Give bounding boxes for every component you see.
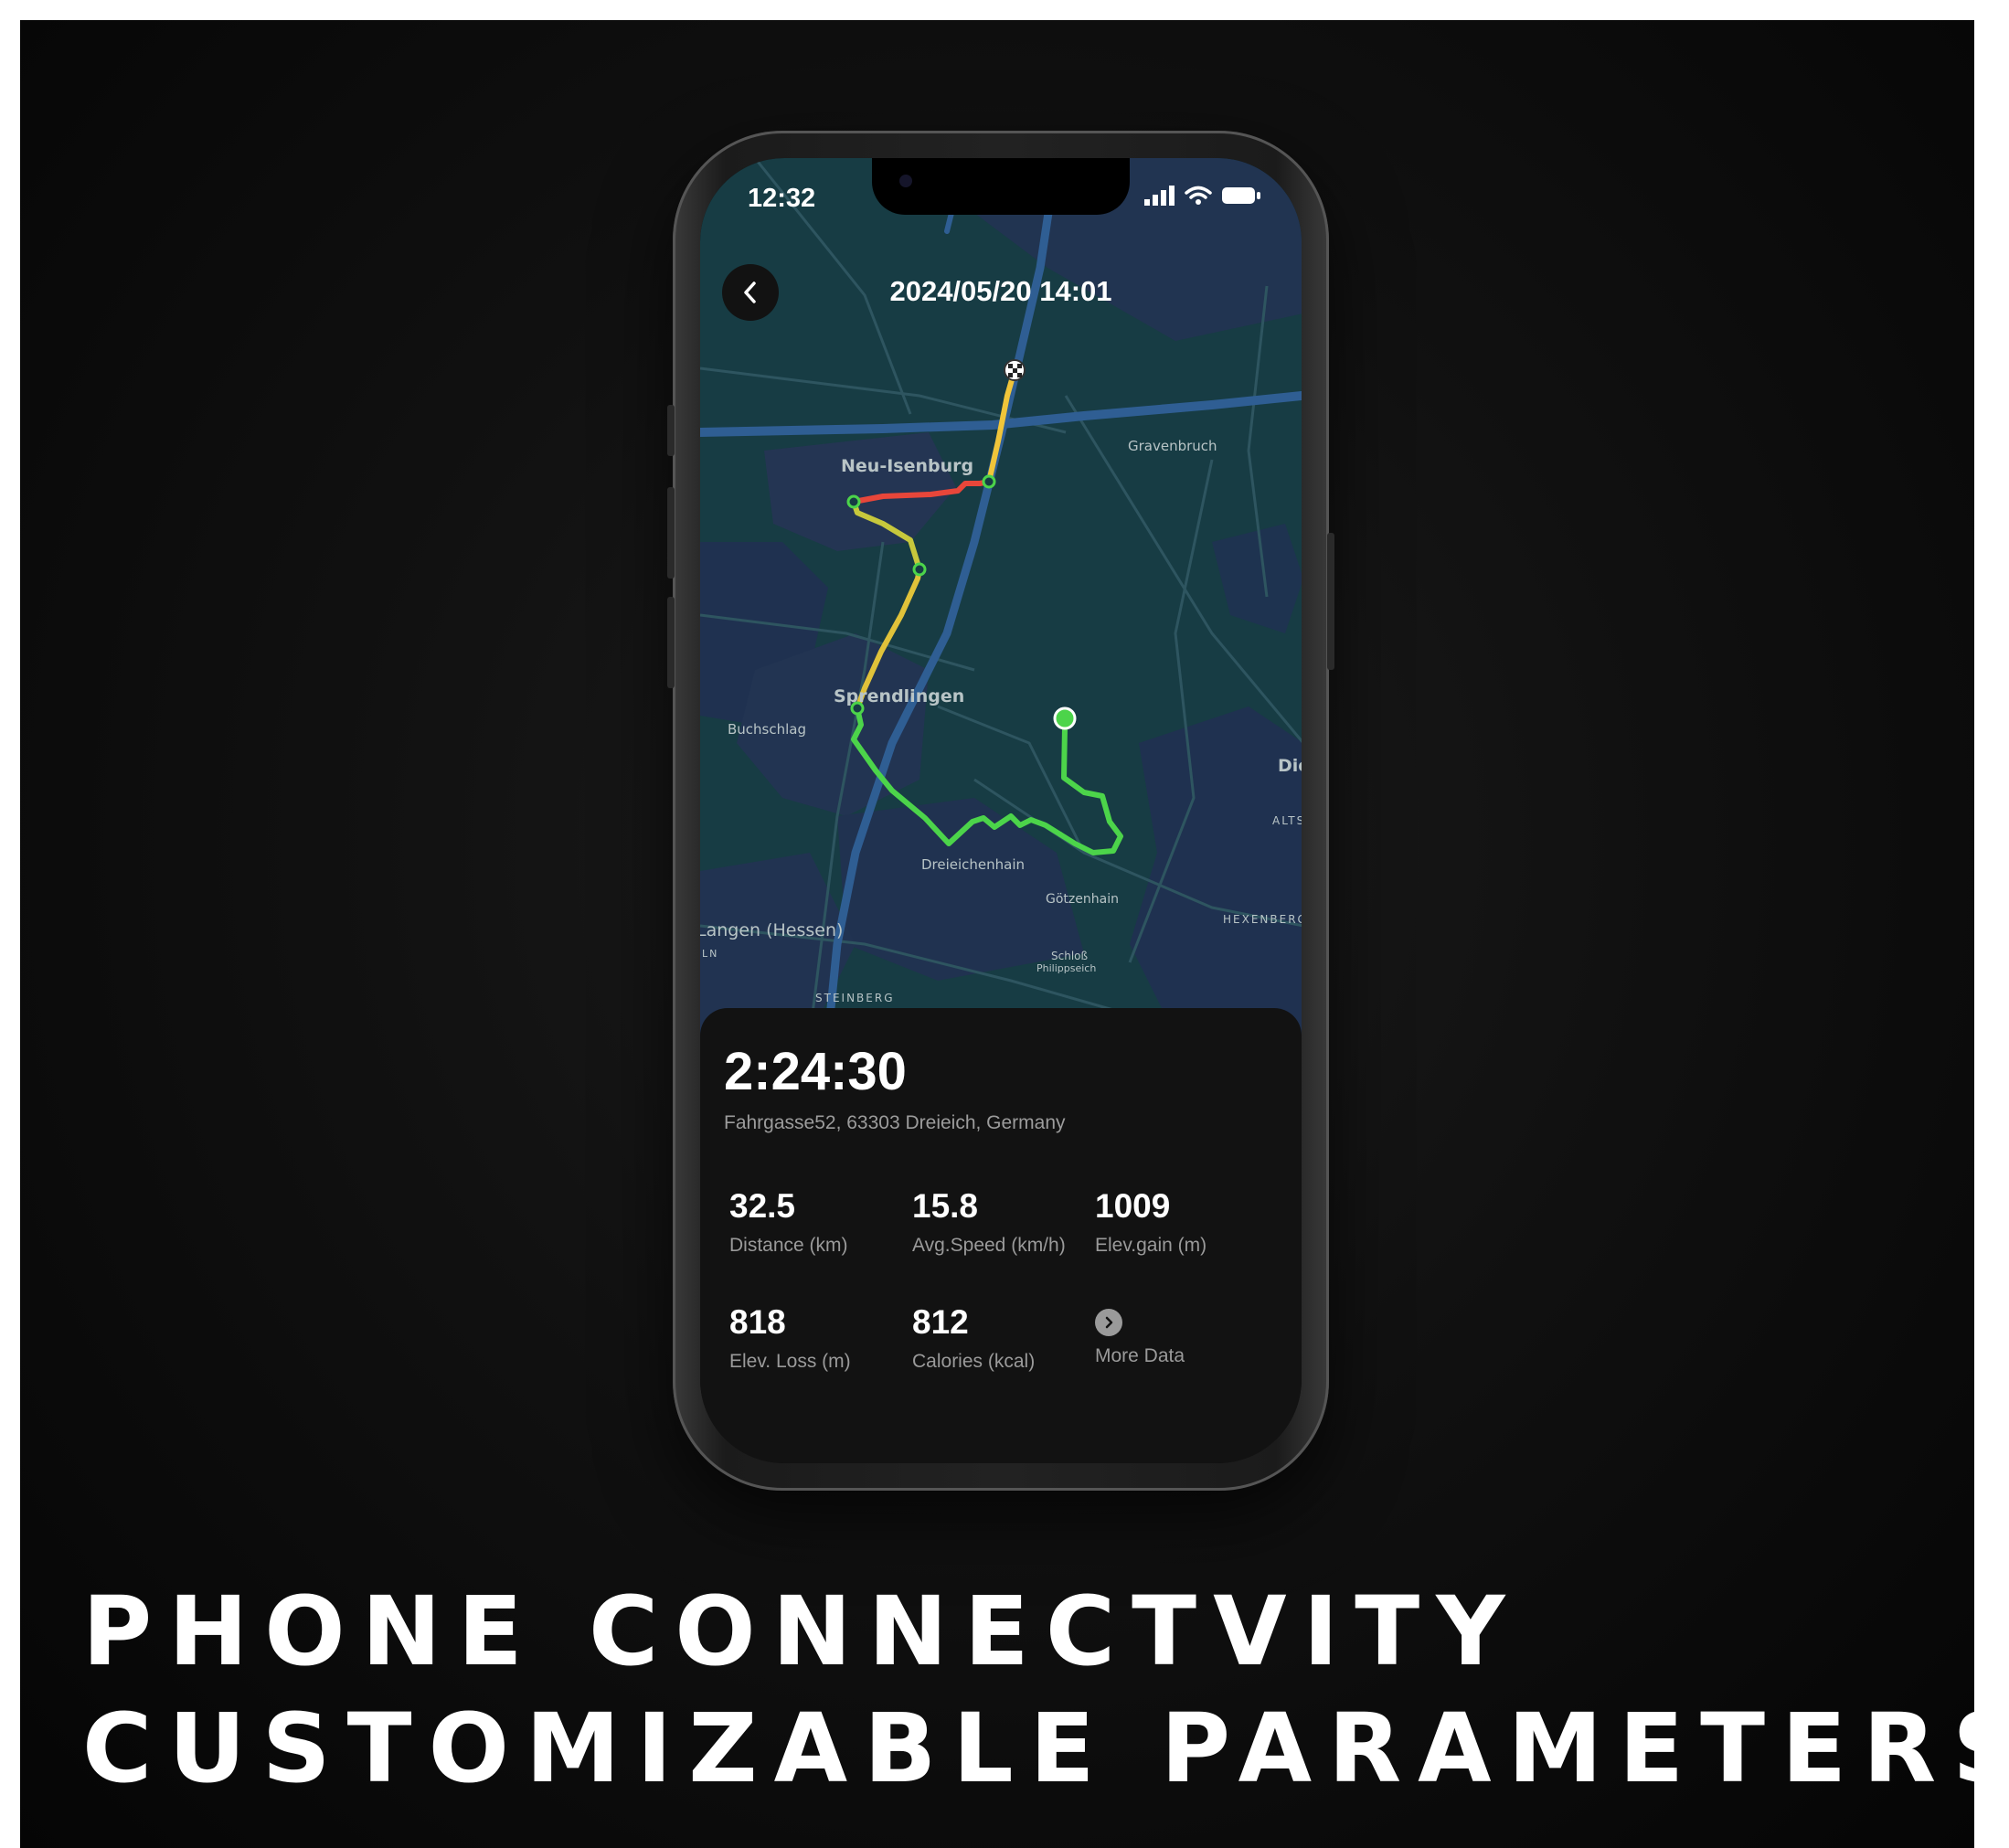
stat-label: Distance (km): [729, 1235, 848, 1256]
map-label-alts: ALTS: [1272, 814, 1302, 827]
stat-label: Elev. Loss (m): [729, 1351, 851, 1372]
stat-elev-gain: 1009 Elev.gain (m): [1095, 1187, 1278, 1257]
battery-icon: [1222, 187, 1260, 204]
stat-label: Calories (kcal): [912, 1351, 1036, 1372]
map-label-buchschlag: Buchschlag: [728, 721, 807, 738]
map-label-neu-isenburg: Neu-Isenburg: [841, 456, 974, 476]
stat-value: 15.8: [912, 1187, 979, 1225]
map-label-gotzenhain: Götzenhain: [1046, 892, 1119, 907]
cellular-signal-icon: [1144, 186, 1175, 206]
map-label-ln: LN: [702, 948, 719, 960]
stat-elev-loss: 818 Elev. Loss (m): [729, 1303, 912, 1373]
stat-label: Elev.gain (m): [1095, 1235, 1207, 1256]
phone-power-button: [1327, 533, 1334, 670]
phone-screen: Neu-Isenburg Gravenbruch Sprendlingen Bu…: [700, 158, 1302, 1463]
map-label-schloss: Schloß: [1051, 950, 1089, 962]
wifi-icon: [1185, 186, 1212, 205]
ride-summary-panel: 2:24:30 Fahrgasse52, 63303 Dreieich, Ger…: [700, 1008, 1302, 1463]
route-finish-flag-icon[interactable]: [1004, 359, 1026, 381]
map-label-hexenberg: HEXENBERG: [1223, 913, 1302, 926]
map-label-die: Die: [1278, 756, 1302, 776]
phone-notch: [872, 158, 1130, 215]
stat-value: 818: [729, 1303, 786, 1341]
ride-address: Fahrgasse52, 63303 Dreieich, Germany: [724, 1112, 1066, 1133]
stat-value: 32.5: [729, 1187, 796, 1225]
status-bar-time: 12:32: [748, 184, 816, 213]
stat-value: 812: [912, 1303, 969, 1341]
map-area-east-patch: [1212, 524, 1302, 633]
more-data-label: More Data: [1095, 1345, 1185, 1366]
map-label-philippseich: Philippseich: [1036, 962, 1097, 974]
map-area-southeast-forest: [1130, 706, 1302, 1036]
map-label-dreieichenhain: Dreieichenhain: [921, 856, 1026, 873]
route-start-marker[interactable]: [1053, 706, 1077, 730]
stat-avg-speed: 15.8 Avg.Speed (km/h): [912, 1187, 1095, 1257]
ride-duration: 2:24:30: [724, 1042, 907, 1101]
map-label-steinberg: STEINBERG: [815, 992, 895, 1004]
map-area-neu-isenburg: [764, 432, 956, 551]
chevron-right-circle-icon: [1095, 1309, 1122, 1336]
ride-title: 2024/05/20 14:01: [889, 275, 1112, 307]
more-data-button[interactable]: More Data: [1095, 1303, 1278, 1367]
phone-volume-up-button: [667, 487, 675, 579]
stat-value: 1009: [1095, 1187, 1171, 1225]
status-bar-icons: [1144, 186, 1261, 206]
promo-stage: Neu-Isenburg Gravenbruch Sprendlingen Bu…: [20, 20, 1974, 1848]
front-camera: [899, 175, 912, 187]
map-label-sprendlingen: Sprendlingen: [834, 686, 965, 706]
map-label-gravenbruch: Gravenbruch: [1128, 438, 1217, 454]
phone-volume-down-button: [667, 597, 675, 688]
map-label-langen: Langen (Hessen): [700, 920, 844, 940]
stat-distance: 32.5 Distance (km): [729, 1187, 912, 1257]
phone-side-button: [667, 405, 675, 456]
headline-line-1: PHONE CONNECTVITY: [82, 1576, 1522, 1687]
headline-line-2: CUSTOMIZABLE PARAMETERS: [82, 1693, 1974, 1804]
phone-mockup: Neu-Isenburg Gravenbruch Sprendlingen Bu…: [667, 131, 1334, 1491]
stat-calories: 812 Calories (kcal): [912, 1303, 1095, 1373]
stat-label: Avg.Speed (km/h): [912, 1235, 1066, 1256]
